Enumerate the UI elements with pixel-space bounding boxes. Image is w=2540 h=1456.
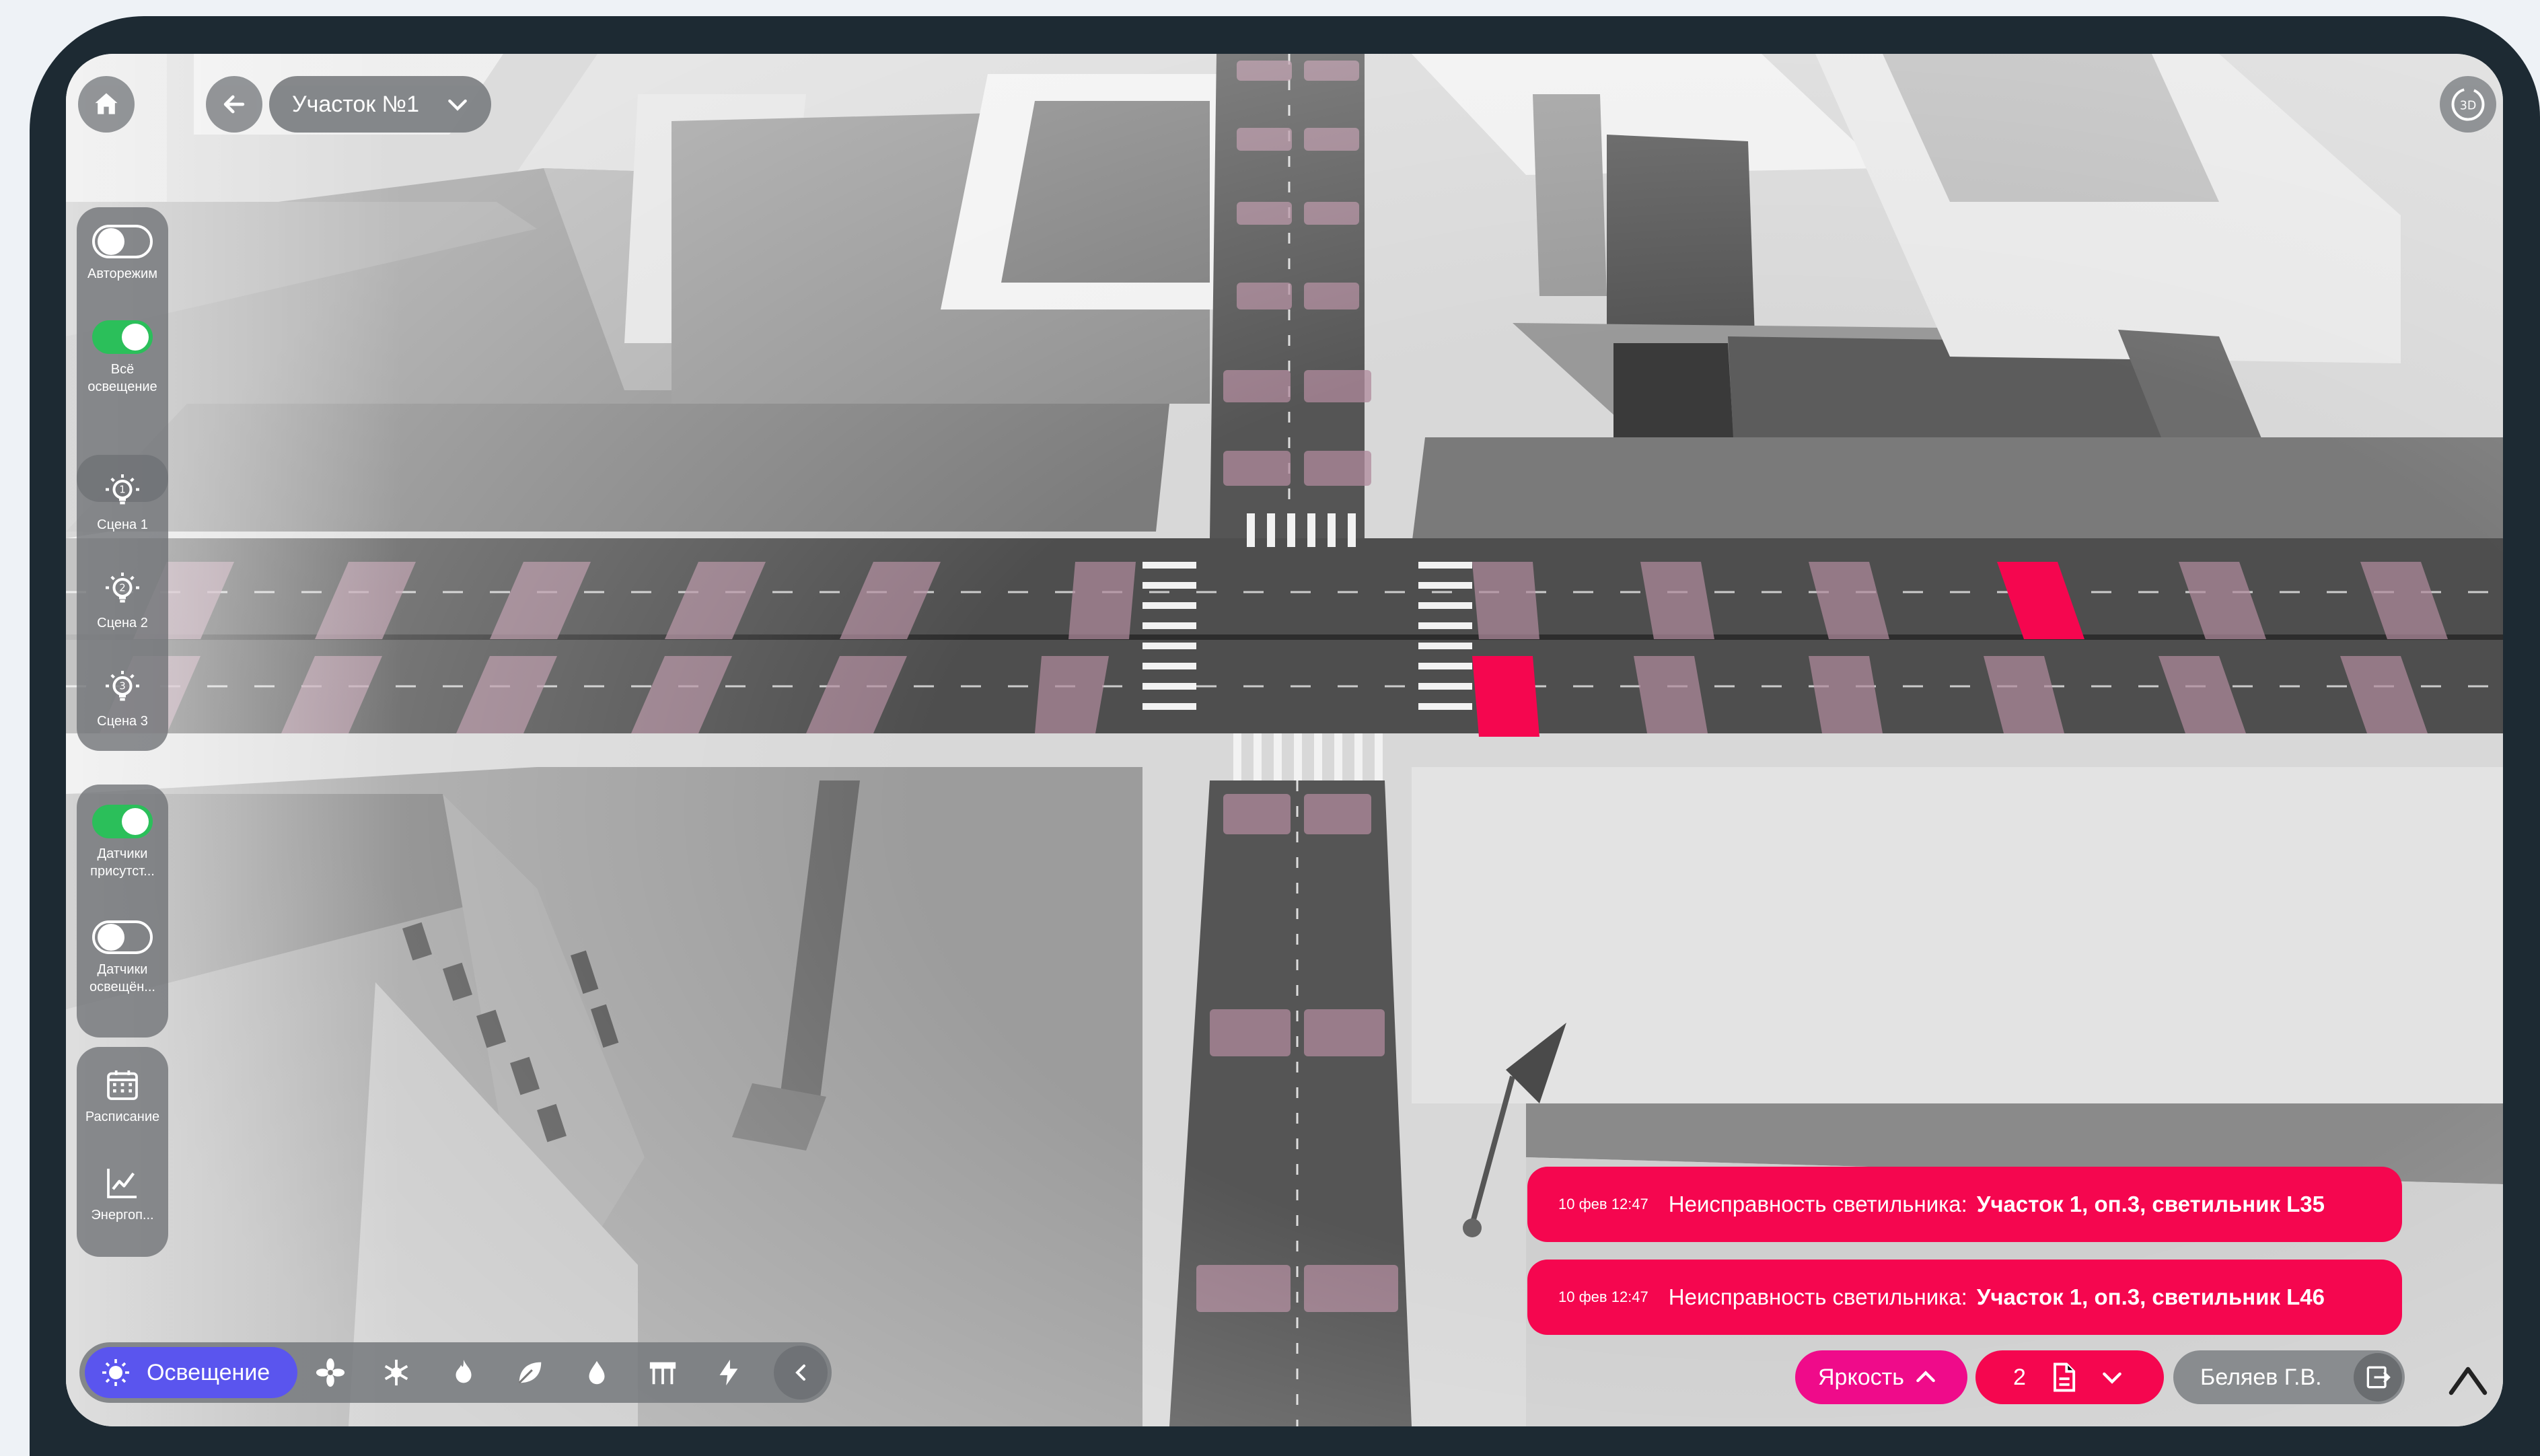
brightness-label: Яркость	[1818, 1364, 1904, 1390]
power-tab[interactable]	[712, 1356, 746, 1389]
scene-1-button[interactable]: 1 Сцена 1	[77, 471, 168, 534]
bulb-icon	[102, 1359, 129, 1386]
view-mode-3d-button[interactable]: 3D	[2440, 76, 2496, 133]
alert-message: Неисправность светильника:	[1668, 1284, 1967, 1309]
energy-button[interactable]: Энергоп...	[77, 1164, 168, 1224]
lighting-tab[interactable]: Освещение	[85, 1347, 297, 1398]
user-menu[interactable]: Беляев Г.В.	[2173, 1350, 2405, 1404]
fan-icon	[316, 1358, 345, 1387]
auto-mode-label: Авторежим	[87, 266, 157, 281]
arrow-left-icon	[223, 95, 245, 114]
alert-time: 10 фев 12:47	[1558, 1288, 1648, 1305]
document-icon	[2053, 1362, 2076, 1392]
all-lighting-label: Всё освещение	[87, 362, 157, 394]
brightness-button[interactable]: Яркость	[1795, 1350, 1967, 1404]
user-name: Беляев Г.В.	[2200, 1364, 2322, 1390]
schedule-label: Расписание	[85, 1109, 160, 1124]
light-sensors-toggle[interactable]	[92, 920, 153, 954]
svg-text:1: 1	[119, 484, 126, 496]
collapse-toolbar-button[interactable]	[774, 1346, 828, 1399]
chevron-down-icon	[448, 99, 467, 111]
schedule-button[interactable]: Расписание	[77, 1066, 168, 1126]
view-mode-label: 3D	[2460, 100, 2477, 113]
reports-dropdown[interactable]: 2	[1975, 1350, 2164, 1404]
caret-up-icon	[2448, 1367, 2488, 1395]
chevron-up-icon	[1916, 1371, 1935, 1383]
bulb-scene-1-icon: 1	[106, 474, 139, 505]
scene-1-label: Сцена 1	[97, 517, 148, 532]
barrier-tab[interactable]	[646, 1356, 680, 1389]
tools-panel: Расписание Энергоп...	[77, 1047, 168, 1257]
alert-detail: Участок 1, оп.3, светильник L46	[1976, 1284, 2325, 1309]
alert-time: 10 фев 12:47	[1558, 1196, 1648, 1212]
svg-text:3: 3	[119, 680, 126, 692]
bulb-scene-2-icon: 2	[106, 573, 139, 603]
presence-sensors-toggle[interactable]	[92, 805, 153, 838]
ventilation-tab[interactable]	[314, 1356, 347, 1389]
all-lighting-control[interactable]: Всё освещение	[77, 320, 168, 396]
snowflake-icon	[384, 1359, 408, 1386]
reports-count: 2	[2013, 1364, 2026, 1390]
home-icon	[95, 93, 118, 114]
heating-tab[interactable]	[447, 1356, 480, 1389]
home-button[interactable]	[78, 76, 135, 133]
presence-sensors-control[interactable]: Датчики присутст...	[77, 805, 168, 880]
logout-button[interactable]	[2354, 1353, 2402, 1402]
all-lighting-toggle[interactable]	[92, 320, 153, 354]
alert-notification[interactable]: 10 фев 12:47 Неисправность светильника: …	[1527, 1167, 2402, 1242]
flame-icon	[456, 1359, 472, 1383]
alert-detail: Участок 1, оп.3, светильник L35	[1976, 1192, 2325, 1216]
cooling-tab[interactable]	[379, 1356, 413, 1389]
energy-label: Энергоп...	[91, 1208, 154, 1223]
bolt-icon	[719, 1359, 738, 1386]
rotate-3d-icon: 3D	[2451, 87, 2485, 121]
scene-3-label: Сцена 3	[97, 714, 148, 729]
section-selector[interactable]: Участок №1	[269, 76, 491, 133]
auto-mode-toggle[interactable]	[92, 225, 153, 258]
svg-text:2: 2	[119, 582, 126, 594]
chevron-left-icon	[795, 1364, 805, 1381]
gate-icon	[649, 1362, 676, 1385]
section-label: Участок №1	[292, 91, 420, 117]
calendar-icon	[107, 1070, 138, 1100]
scene-2-button[interactable]: 2 Сцена 2	[77, 569, 168, 632]
light-sensors-control[interactable]: Датчики освещён...	[77, 920, 168, 996]
scene-2-label: Сцена 2	[97, 616, 148, 630]
scenes-panel: 1 Сцена 1 2 Сцена 2 3 Сцена 3	[77, 455, 168, 751]
chevron-down-icon	[2103, 1372, 2121, 1384]
alert-notification[interactable]: 10 фев 12:47 Неисправность светильника: …	[1527, 1260, 2402, 1335]
scene-3-button[interactable]: 3 Сцена 3	[77, 667, 168, 730]
expand-panel-button[interactable]	[2448, 1359, 2488, 1399]
water-tab[interactable]	[580, 1356, 614, 1389]
presence-sensors-label: Датчики присутст...	[90, 846, 155, 879]
logout-icon	[2366, 1366, 2391, 1389]
leaf-icon	[518, 1362, 542, 1384]
alert-message: Неисправность светильника:	[1668, 1192, 1967, 1216]
line-chart-icon	[107, 1169, 137, 1198]
light-sensors-label: Датчики освещён...	[89, 962, 155, 994]
auto-mode-control[interactable]: Авторежим	[77, 225, 168, 283]
sensors-panel: Датчики присутст... Датчики освещён...	[77, 785, 168, 1038]
bulb-scene-3-icon: 3	[106, 671, 139, 701]
back-button[interactable]	[206, 76, 262, 133]
landscaping-tab[interactable]	[513, 1356, 546, 1389]
systems-toolbar: Освещение	[79, 1342, 832, 1403]
map-viewport[interactable]: Участок №1 3D Авторежим Всё освещение 1 …	[66, 54, 2503, 1426]
droplet-icon	[589, 1360, 605, 1385]
lighting-tab-label: Освещение	[147, 1359, 270, 1385]
